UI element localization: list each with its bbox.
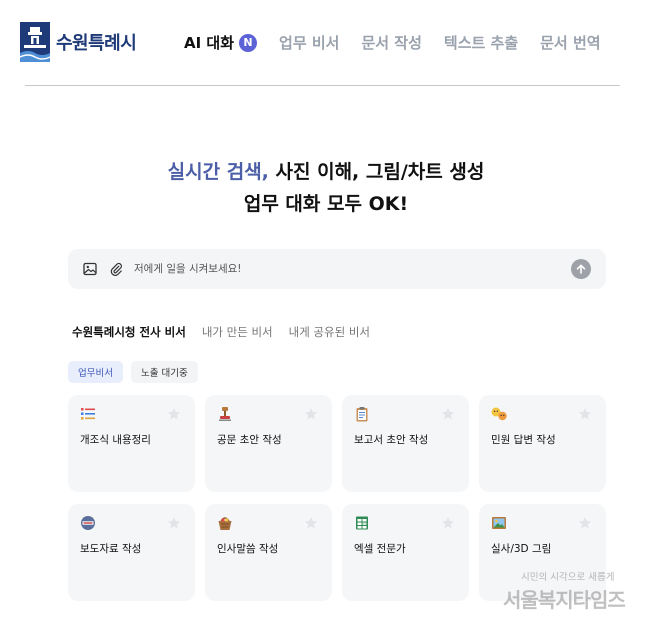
filter-chips: 업무비서 노출 대기중 (68, 361, 198, 383)
logo[interactable]: 수원특례시 (20, 22, 137, 62)
nav-work-assistant[interactable]: 업무 비서 (279, 32, 339, 53)
assistant-card[interactable]: 공문 초안 작성 (205, 395, 332, 492)
chat-input[interactable] (132, 262, 546, 276)
star-icon[interactable] (441, 407, 455, 421)
list-emoji-icon (81, 408, 95, 420)
faces-emoji-icon (491, 407, 507, 421)
nav-document-writing[interactable]: 문서 작성 (361, 32, 421, 53)
chip-pending-exposure[interactable]: 노출 대기중 (130, 361, 198, 383)
assistant-card[interactable]: 엑셀 전문가 (342, 504, 469, 601)
card-title: 엑셀 전문가 (354, 543, 406, 555)
assistant-card[interactable]: 인사말씀 작성 (205, 504, 332, 601)
tab-shared-assistants[interactable]: 내게 공유된 비서 (289, 324, 370, 340)
star-icon[interactable] (167, 407, 181, 421)
hero-line-1-rest: 사진 이해, 그림/차트 생성 (268, 161, 485, 183)
new-badge: N (239, 33, 258, 52)
watermark-brand: 서울복지타임즈 (503, 588, 626, 612)
hero-accent: 실시간 검색, (167, 161, 269, 183)
card-title: 보고서 초안 작성 (354, 434, 429, 446)
star-icon[interactable] (578, 407, 592, 421)
nav-document-translation[interactable]: 문서 번역 (540, 32, 600, 53)
star-icon[interactable] (167, 516, 181, 530)
picture-emoji-icon (492, 517, 506, 529)
card-title: 민원 답변 작성 (491, 434, 556, 446)
header-divider (25, 85, 620, 86)
star-icon[interactable] (578, 516, 592, 530)
chat-input-bar (68, 249, 606, 289)
hero-line-2: 업무 대화 모두 OK! (243, 193, 409, 215)
card-title: 실사/3D 그림 (491, 543, 552, 555)
nav-text-extraction[interactable]: 텍스트 추출 (444, 32, 518, 53)
star-icon[interactable] (441, 516, 455, 530)
send-button[interactable] (571, 259, 591, 279)
basket-emoji-icon (218, 517, 232, 530)
top-nav: AI 대화 N 업무 비서 문서 작성 텍스트 추출 문서 번역 (184, 32, 623, 53)
assistant-card[interactable]: 민원 답변 작성 (479, 395, 606, 492)
hero-headline: 실시간 검색, 사진 이해, 그림/차트 생성 업무 대화 모두 OK! (0, 156, 652, 220)
tab-company-assistants[interactable]: 수원특례시청 전사 비서 (72, 324, 186, 340)
paperclip-icon[interactable] (108, 261, 124, 277)
card-title: 보도자료 작성 (80, 543, 142, 555)
city-logo-icon (20, 22, 50, 62)
tab-my-assistants[interactable]: 내가 만든 비서 (202, 324, 273, 340)
hero-line-1: 실시간 검색, 사진 이해, 그림/차트 생성 (0, 156, 652, 188)
card-title: 개조식 내용정리 (80, 434, 151, 446)
star-icon[interactable] (304, 516, 318, 530)
nav-ai-chat-label: AI 대화 (184, 34, 235, 52)
chip-work-assistant[interactable]: 업무비서 (68, 361, 123, 383)
card-title: 인사말씀 작성 (217, 543, 279, 555)
star-icon[interactable] (304, 407, 318, 421)
card-title: 공문 초안 작성 (217, 434, 282, 446)
watermark-slogan: 시민의 시각으로 새롭게 (521, 572, 615, 583)
image-upload-icon[interactable] (82, 261, 98, 277)
spreadsheet-emoji-icon (356, 516, 368, 530)
clipboard-emoji-icon (356, 407, 368, 422)
assistant-tabs: 수원특례시청 전사 비서 내가 만든 비서 내게 공유된 비서 (72, 324, 386, 340)
nav-ai-chat[interactable]: AI 대화 N (184, 32, 258, 53)
assistant-card[interactable]: 개조식 내용정리 (68, 395, 195, 492)
assistant-card[interactable]: 보고서 초안 작성 (342, 395, 469, 492)
stamp-emoji-icon (219, 407, 231, 421)
news-emoji-icon (81, 516, 95, 530)
logo-text: 수원특례시 (56, 33, 137, 54)
arrow-up-icon (576, 264, 586, 274)
assistant-card[interactable]: 보도자료 작성 (68, 504, 195, 601)
